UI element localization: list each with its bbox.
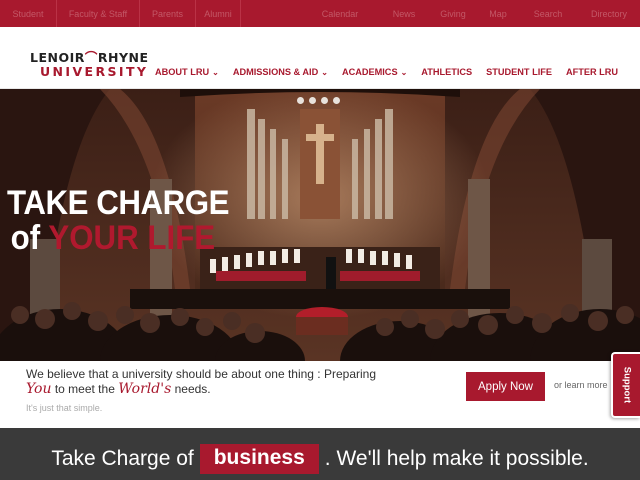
mission-script-you: You	[26, 381, 52, 397]
utility-bar: Student Faculty & Staff Parents Alumni C…	[0, 0, 640, 27]
logo-line-2: UNIVERSITY	[40, 64, 149, 79]
slide-dot-1[interactable]	[297, 97, 304, 104]
utility-link-directory[interactable]: Directory	[578, 0, 640, 27]
nav-about-label: ABOUT LRU	[155, 67, 210, 77]
main-nav: ABOUT LRU ⌄ ADMISSIONS & AID ⌄ ACADEMICS ⌄ …	[155, 65, 632, 79]
nav-athletics-label: ATHLETICS	[421, 67, 473, 77]
nav-athletics[interactable]: ATHLETICS	[421, 67, 472, 77]
university-logo[interactable]: LENOIR⌒RHYNE UNIVERSITY	[30, 51, 154, 81]
mission-text-2: to meet the	[54, 382, 115, 396]
slide-indicators	[297, 97, 340, 104]
utility-link-map[interactable]: Map	[478, 0, 518, 27]
slide-dot-4[interactable]	[333, 97, 340, 104]
utility-link-news[interactable]: News	[380, 0, 428, 27]
band-rotating-word: business	[199, 444, 319, 474]
utility-link-search[interactable]: Search	[518, 0, 578, 27]
slide-dot-3[interactable]	[321, 97, 328, 104]
nav-admissions-label: ADMISSIONS & AID	[232, 67, 319, 77]
logo-word-rhyne: RHYNE	[97, 50, 149, 65]
logo-word-lenoir: LENOIR	[30, 50, 85, 65]
utility-link-parents[interactable]: Parents	[140, 0, 196, 27]
utility-link-faculty-staff[interactable]: Faculty & Staff	[57, 0, 140, 27]
slide-dot-2[interactable]	[309, 97, 316, 104]
take-charge-band: Take Charge of business . We'll help mak…	[0, 428, 640, 480]
nav-after-lru[interactable]: AFTER LRU	[566, 67, 618, 77]
mission-text-3: needs.	[174, 382, 211, 396]
hero-headline-line-1: TAKE CHARGE	[7, 184, 230, 222]
nav-after-lru-label: AFTER LRU	[566, 67, 619, 77]
nav-student-life[interactable]: STUDENT LIFE	[486, 67, 552, 77]
nav-academics-label: ACADEMICS	[341, 67, 398, 77]
utility-links-right: Calendar News Giving Map Search Director…	[300, 0, 640, 27]
hero-headline-line-2: of YOUR LIFE	[7, 221, 229, 255]
site-header: LENOIR⌒RHYNE UNIVERSITY ABOUT LRU ⌄ ADMIS…	[0, 27, 640, 89]
chevron-down-icon: ⌄	[321, 67, 328, 77]
support-tab[interactable]: Support	[611, 352, 640, 418]
logo-arc-icon: ⌒	[84, 50, 98, 65]
learn-more-link[interactable]: or learn more	[554, 380, 608, 390]
hero-headline-highlight: YOUR LIFE	[48, 219, 216, 257]
utility-links-left: Student Faculty & Staff Parents Alumni	[0, 0, 241, 27]
hero-headline: TAKE CHARGE of YOUR LIFE	[7, 185, 248, 255]
logo-line-1: LENOIR⌒RHYNE	[30, 51, 154, 65]
hero-slider[interactable]: TAKE CHARGE of YOUR LIFE	[0, 89, 640, 361]
utility-link-student[interactable]: Student	[0, 0, 57, 27]
utility-link-giving[interactable]: Giving	[428, 0, 478, 27]
apply-now-button[interactable]: Apply Now	[466, 372, 545, 401]
nav-academics[interactable]: ACADEMICS ⌄	[342, 67, 407, 77]
mission-strip: We believe that a university should be a…	[0, 361, 640, 428]
mission-statement: We believe that a university should be a…	[26, 367, 406, 397]
mission-script-worlds: World's	[118, 381, 172, 397]
hero-headline-of: of	[10, 219, 41, 257]
nav-student-life-label: STUDENT LIFE	[486, 67, 552, 77]
nav-admissions[interactable]: ADMISSIONS & AID ⌄	[233, 67, 328, 77]
take-charge-statement: Take Charge of business . We'll help mak…	[0, 444, 640, 474]
chevron-down-icon: ⌄	[212, 67, 219, 77]
band-prefix: Take Charge of	[51, 447, 194, 470]
utility-link-calendar[interactable]: Calendar	[300, 0, 380, 27]
chevron-down-icon: ⌄	[400, 67, 408, 77]
nav-about[interactable]: ABOUT LRU ⌄	[155, 67, 219, 77]
utility-link-alumni[interactable]: Alumni	[196, 0, 241, 27]
mission-subtext: It's just that simple.	[26, 403, 103, 413]
mission-text-1: We believe that a university should be a…	[26, 367, 377, 381]
support-tab-label: Support	[621, 366, 632, 404]
band-suffix: . We'll help make it possible.	[324, 447, 589, 470]
